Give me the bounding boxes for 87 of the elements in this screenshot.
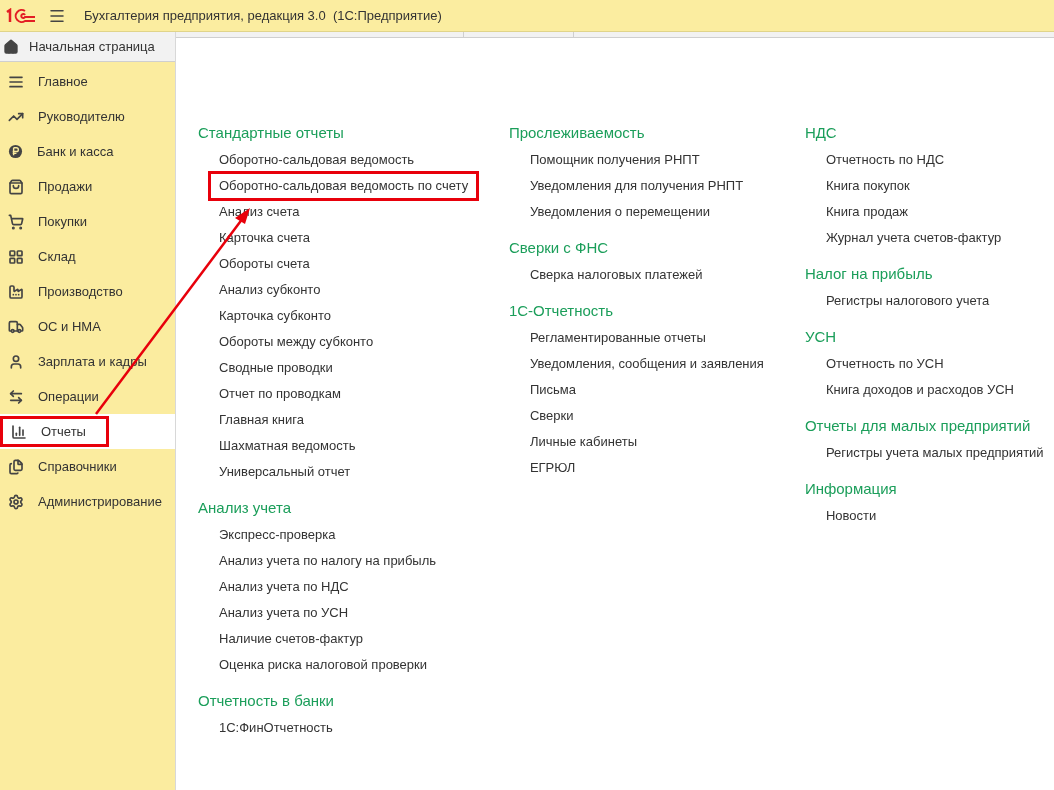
section-heading: 1С-Отчетность [508, 302, 614, 320]
section-heading: Прослеживаемость [508, 124, 646, 142]
report-link[interactable]: Экспресс-проверка [219, 525, 336, 545]
report-link[interactable]: Уведомления, сообщения и заявления [529, 354, 764, 374]
sidebar-label: ОС и НМА [38, 317, 101, 336]
logo-icon [5, 7, 37, 24]
report-link[interactable]: Журнал учета счетов-фактур [825, 228, 1002, 248]
cart-icon [8, 213, 24, 230]
report-link[interactable]: Главная книга [219, 410, 304, 430]
report-link[interactable]: ЕГРЮЛ [529, 458, 576, 478]
home-icon [3, 38, 19, 55]
report-link[interactable]: Анализ субконто [219, 280, 321, 300]
sidebar-label: Главное [38, 72, 88, 91]
sidebar-item[interactable]: Банк и касса [0, 134, 175, 169]
section-heading: Отчетность в банки [198, 692, 335, 710]
section-heading: Отчеты для малых предприятий [804, 417, 1032, 435]
report-link[interactable]: Сверки [529, 406, 574, 426]
window-title: Бухгалтерия предприятия, редакция 3.0 (1С:Предприятие) [84, 6, 442, 25]
sidebar-label: Склад [38, 247, 76, 266]
sidebar-item[interactable]: Операции [0, 379, 175, 414]
settings-icon [8, 493, 24, 510]
bag-icon [8, 178, 24, 195]
sidebar-label: Администрирование [38, 492, 162, 511]
report-link[interactable]: Оборотно-сальдовая ведомость по счету [208, 171, 480, 201]
section-heading: Стандартные отчеты [198, 124, 345, 142]
report-link[interactable]: Уведомления о перемещении [529, 202, 711, 222]
report-link[interactable]: Универсальный отчет [219, 462, 351, 482]
sidebar-item[interactable]: Производство [0, 274, 175, 309]
report-link[interactable]: Наличие счетов-фактур [219, 629, 363, 649]
report-link[interactable]: Личные кабинеты [529, 432, 638, 452]
person-icon [8, 353, 24, 370]
factory-icon [8, 283, 24, 300]
report-link[interactable]: Сверка налоговых платежей [529, 265, 703, 285]
report-link[interactable]: Анализ учета по УСН [219, 603, 349, 623]
report-link[interactable]: Письма [529, 380, 576, 400]
report-link[interactable]: Анализ учета по НДС [219, 577, 349, 597]
section-heading: Налог на прибыль [804, 265, 934, 283]
report-link[interactable]: Регистры учета малых предприятий [825, 443, 1044, 463]
sidebar-label: Справочники [38, 457, 117, 476]
report-link[interactable]: Шахматная ведомость [219, 436, 356, 456]
documents-icon [8, 458, 24, 475]
report-link[interactable]: Анализ учета по налогу на прибыль [219, 551, 437, 571]
home-button[interactable]: Начальная страница [0, 32, 175, 62]
sidebar-item[interactable]: Главное [0, 64, 175, 99]
sidebar-label: Покупки [38, 212, 87, 231]
report-link[interactable]: Регламентированные отчеты [529, 328, 706, 348]
sidebar-label: Банк и касса [37, 142, 114, 161]
section-heading: Анализ учета [198, 499, 292, 517]
grid-icon [8, 248, 24, 265]
sidebar-item[interactable]: Отчеты [0, 414, 175, 449]
report-link[interactable]: Отчет по проводкам [219, 384, 341, 404]
sidebar-item[interactable]: Продажи [0, 169, 175, 204]
section-heading: Информация [804, 480, 898, 498]
report-link[interactable]: Отчетность по НДС [825, 150, 945, 170]
report-link[interactable]: Сводные проводки [219, 358, 333, 378]
sidebar-label: Операции [38, 387, 99, 406]
report-link[interactable]: Книга покупок [825, 176, 910, 196]
section-heading: НДС [804, 124, 838, 142]
bar-chart-icon [11, 423, 27, 440]
sidebar-label: Продажи [38, 177, 93, 196]
report-link[interactable]: Уведомления для получения РНПТ [529, 176, 744, 196]
sidebar-label: Производство [38, 282, 123, 301]
sidebar-item[interactable]: ОС и НМА [0, 309, 175, 344]
report-link[interactable]: Отчетность по УСН [825, 354, 944, 374]
report-link[interactable]: 1С:ФинОтчетность [219, 718, 333, 738]
sidebar-item[interactable]: Склад [0, 239, 175, 274]
report-link[interactable]: Помощник получения РНПТ [529, 150, 700, 170]
section-heading: УСН [804, 328, 838, 346]
report-link[interactable]: Новости [825, 506, 877, 526]
sidebar-item[interactable]: Покупки [0, 204, 175, 239]
report-link[interactable]: Обороты счета [219, 254, 310, 274]
sidebar-item[interactable]: Справочники [0, 449, 175, 484]
sidebar-label: Руководителю [38, 107, 125, 126]
section-heading: Сверки с ФНС [508, 239, 610, 257]
report-link[interactable]: Оценка риска налоговой проверки [219, 655, 428, 675]
ruble-coin-icon [8, 144, 23, 159]
sidebar-item[interactable]: Администрирование [0, 484, 175, 519]
transfer-icon [8, 388, 24, 405]
sidebar-item[interactable]: Руководителю [0, 99, 175, 134]
report-link[interactable]: Оборотно-сальдовая ведомость [219, 150, 415, 170]
report-link[interactable]: Книга продаж [825, 202, 908, 222]
report-link[interactable]: Регистры налогового учета [825, 291, 990, 311]
report-link[interactable]: Обороты между субконто [219, 332, 374, 352]
report-link[interactable]: Карточка субконто [219, 306, 331, 326]
sidebar-label: Отчеты [41, 422, 86, 441]
truck-icon [8, 318, 24, 335]
report-link[interactable]: Книга доходов и расходов УСН [825, 380, 1014, 400]
